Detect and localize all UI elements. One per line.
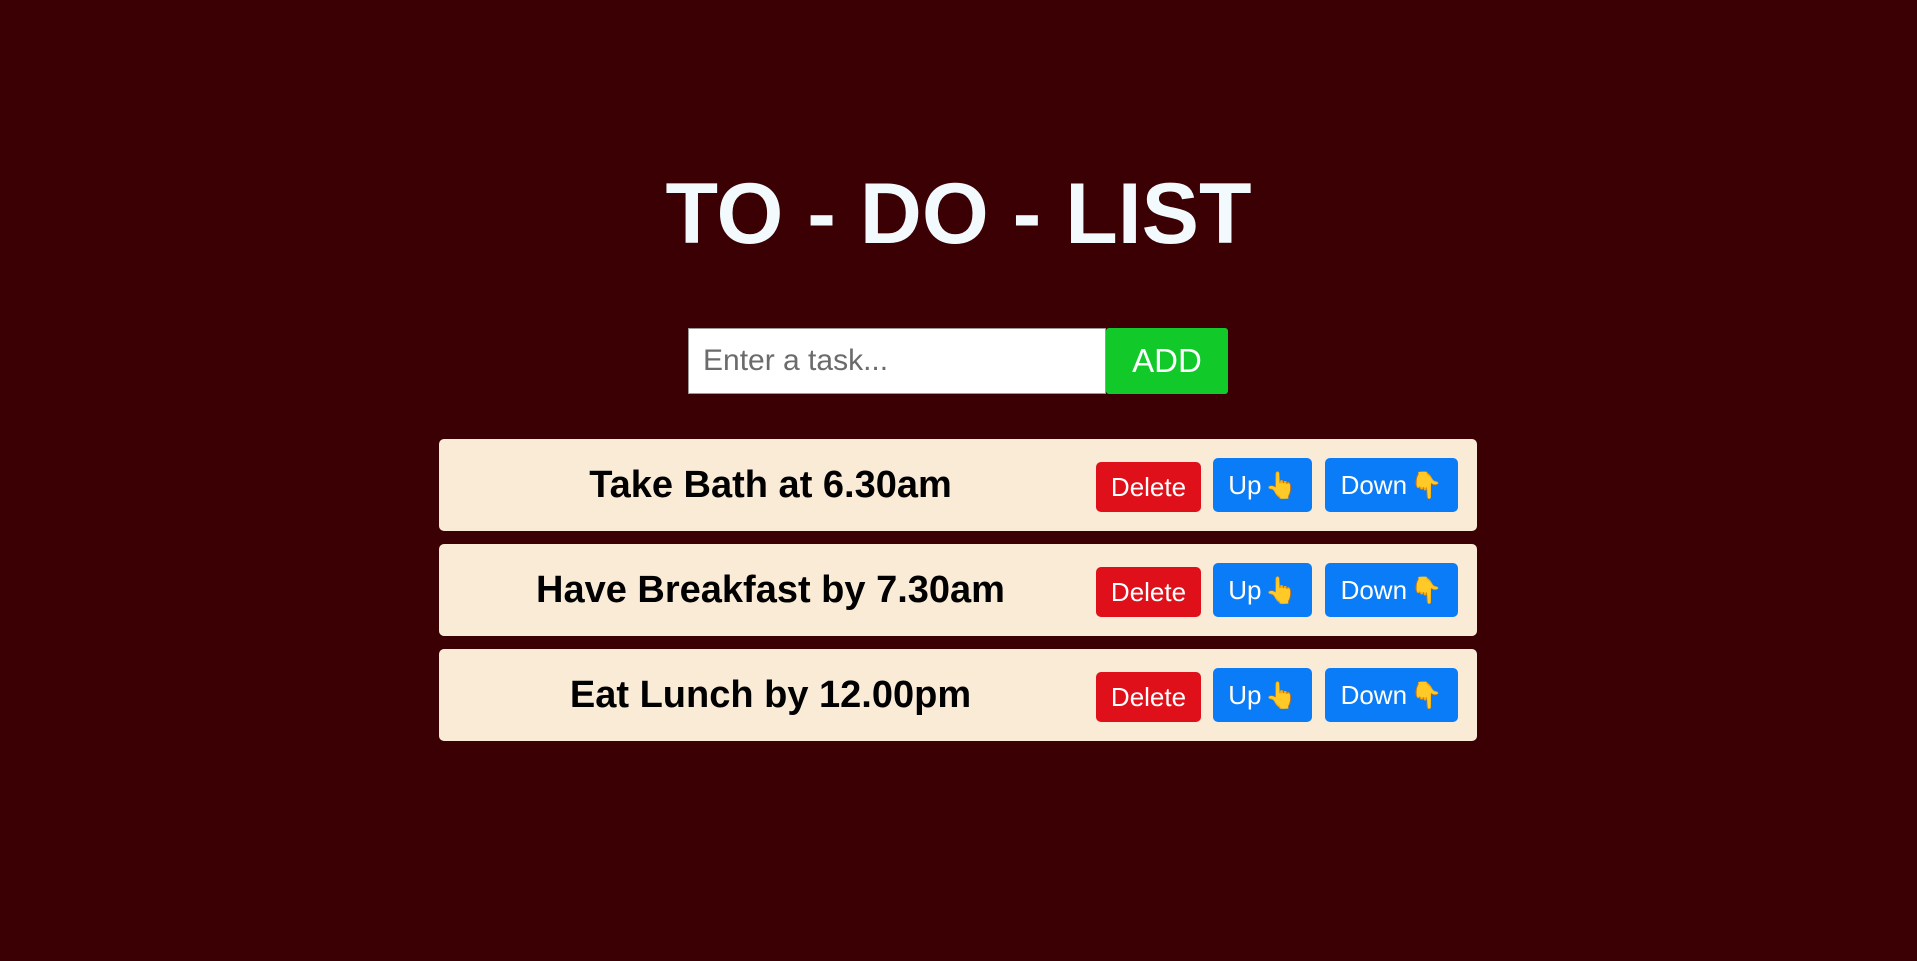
task-text: Eat Lunch by 12.00pm [569, 674, 972, 716]
task-text: Take Bath at 6.30am [589, 464, 952, 506]
move-up-label: Up [1228, 574, 1262, 605]
page-title: TO - DO - LIST [665, 166, 1252, 262]
move-down-label: Down [1340, 574, 1408, 605]
move-up-label: Up [1228, 679, 1262, 710]
pointing-up-icon: 👆 [1264, 470, 1297, 500]
pointing-up-icon: 👆 [1264, 575, 1297, 605]
add-task-form: ADD [688, 328, 1228, 394]
delete-button[interactable]: Delete [1096, 567, 1201, 617]
move-down-button[interactable]: Down 👇 [1325, 563, 1458, 617]
move-up-button[interactable]: Up 👆 [1213, 458, 1312, 512]
move-down-button[interactable]: Down 👇 [1325, 458, 1458, 512]
pointing-down-icon: 👇 [1410, 575, 1443, 605]
pointing-up-icon: 👆 [1264, 680, 1297, 710]
task-text: Have Breakfast by 7.30am [536, 569, 1005, 611]
task-item: Have Breakfast by 7.30am Delete Up 👆 Dow… [439, 544, 1477, 636]
todo-app: TO - DO - LIST ADD Take Bath at 6.30am D… [0, 0, 1917, 961]
move-down-button[interactable]: Down 👇 [1325, 668, 1458, 722]
add-button[interactable]: ADD [1106, 328, 1228, 394]
move-down-label: Down [1340, 679, 1408, 710]
move-up-button[interactable]: Up 👆 [1213, 668, 1312, 722]
delete-button[interactable]: Delete [1096, 462, 1201, 512]
task-input[interactable] [688, 328, 1106, 394]
move-up-label: Up [1228, 469, 1262, 500]
pointing-down-icon: 👇 [1410, 680, 1443, 710]
delete-button[interactable]: Delete [1096, 672, 1201, 722]
task-item: Take Bath at 6.30am Delete Up 👆 Down 👇 [439, 439, 1477, 531]
move-up-button[interactable]: Up 👆 [1213, 563, 1312, 617]
task-list: Take Bath at 6.30am Delete Up 👆 Down 👇 H… [439, 439, 1477, 754]
pointing-down-icon: 👇 [1410, 470, 1443, 500]
task-item: Eat Lunch by 12.00pm Delete Up 👆 Down 👇 [439, 649, 1477, 741]
move-down-label: Down [1340, 469, 1408, 500]
